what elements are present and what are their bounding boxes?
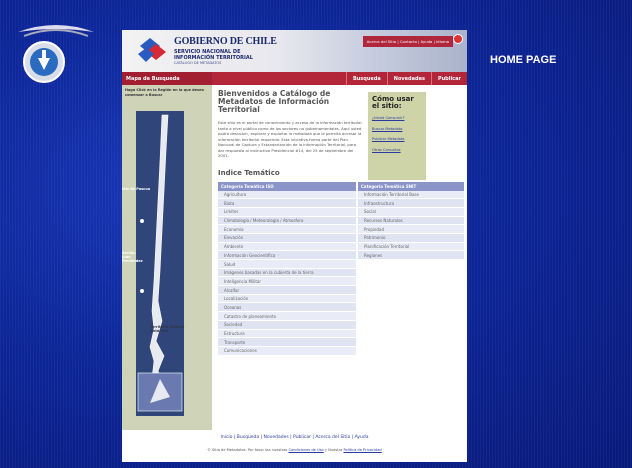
site-footer: Inicio | Busqueda | Novedades | Publicar… xyxy=(122,430,467,462)
intro-text: Este sitio es el portal de conocimiento … xyxy=(218,120,362,158)
how-to-box: Cómo usar el sitio: ¿Usted Consumir? Bus… xyxy=(368,92,426,180)
thematic-index: Categoría Temática ISO Agricultura Biota L… xyxy=(218,181,467,356)
iso-category-item[interactable]: Elevación xyxy=(218,233,356,243)
snit-category-item[interactable]: Recursos Naturales xyxy=(358,216,464,226)
antartica-label[interactable]: Territorio Chileno Antártico xyxy=(150,325,196,333)
main-nav: Mapa de Busqueda Busqueda Novedades Publ… xyxy=(122,72,467,85)
iso-category-item[interactable]: Localización xyxy=(218,294,356,304)
snit-category-item[interactable]: Infraestructura xyxy=(358,199,464,208)
howto-link-consumir[interactable]: ¿Usted Consumir? xyxy=(372,116,422,121)
site-tagline: CATÁLOGO DE METADATOS xyxy=(174,61,222,65)
snit-header: Categoría Temática SNIT xyxy=(358,181,464,191)
iso-category-item[interactable]: Comunicaciones xyxy=(218,346,356,356)
iso-category-item[interactable]: Ambiente xyxy=(218,242,356,252)
iso-category-item[interactable]: Estructura xyxy=(218,329,356,339)
footer-copyright: © Sitio de Metadatos. Por favor lea nues… xyxy=(122,448,467,452)
institution-emblem-icon xyxy=(18,25,94,83)
language-globe-icon[interactable] xyxy=(453,34,463,44)
snit-category-item[interactable]: Propiedad xyxy=(358,225,464,234)
nav-mapa-busqueda[interactable]: Mapa de Busqueda xyxy=(122,72,212,85)
snit-category-item[interactable]: Social xyxy=(358,207,464,217)
welcome-heading: Bienvenidos a Catálogo de Metadatos de I… xyxy=(218,89,331,114)
website-screenshot: GOBIERNO DE CHILE SERVICIO NACIONAL DE I… xyxy=(122,30,467,462)
copyright-text: © Sitio de Metadatos. Por favor lea nues… xyxy=(207,448,288,452)
privacy-link[interactable]: Política de Privacidad xyxy=(343,448,381,452)
footer-links[interactable]: Inicio | Busqueda | Novedades | Publicar… xyxy=(122,435,467,440)
government-logo-icon xyxy=(138,38,166,62)
isla-de-pascua-label[interactable]: Isla de Pascua xyxy=(122,187,150,191)
juan-fernandez-label[interactable]: Archip. Juan Fernández xyxy=(122,251,144,263)
iso-category-item[interactable]: Imágenes basadas en la cubierta de la ti… xyxy=(218,268,356,278)
site-subtitle: SERVICIO NACIONAL DE INFORMACIÓN TERRITO… xyxy=(174,49,253,61)
iso-column: Categoría Temática ISO Agricultura Biota L… xyxy=(218,181,356,356)
snit-category-item[interactable]: Patrimonio xyxy=(358,233,464,243)
chile-outline-icon xyxy=(137,114,183,412)
iso-category-item[interactable]: Alcalfar xyxy=(218,286,356,295)
map-hint: Haga Click en la Región en la que desea … xyxy=(125,88,204,97)
howto-link-consultas[interactable]: Otras Consultas xyxy=(372,148,422,153)
how-to-title: Cómo usar el sitio: xyxy=(372,95,414,110)
search-map-panel: Haga Click en la Región en la que desea … xyxy=(122,85,212,430)
iso-category-item[interactable]: Sociedad xyxy=(218,320,356,330)
chile-map[interactable] xyxy=(136,111,184,416)
iso-category-item[interactable]: Biota xyxy=(218,199,356,208)
iso-header: Categoría Temática ISO xyxy=(218,181,356,191)
index-title: Indice Temático xyxy=(218,168,280,177)
and-text: y Nuestra xyxy=(324,448,343,452)
iso-category-item[interactable]: Transporte xyxy=(218,338,356,347)
nav-item-novedades[interactable]: Novedades xyxy=(386,72,431,85)
howto-link-buscar[interactable]: Buscar Metadata xyxy=(372,127,422,132)
iso-category-item[interactable]: Climatología / Meteorología / Atmosfera xyxy=(218,216,356,226)
snit-category-item[interactable]: Regiones xyxy=(358,251,464,260)
nav-item-publicar[interactable]: Publicar xyxy=(430,72,467,85)
iso-category-item[interactable]: Información Geocientífica xyxy=(218,251,356,260)
main-content: Bienvenidos a Catálogo de Metadatos de I… xyxy=(218,90,467,356)
site-title: GOBIERNO DE CHILE xyxy=(174,36,277,47)
howto-link-publicar[interactable]: Publicar Metadata xyxy=(372,137,422,142)
iso-category-item[interactable]: Oceanos xyxy=(218,303,356,313)
iso-category-item[interactable]: Catastro de planeamiento xyxy=(218,312,356,321)
home-page-label: HOME PAGE xyxy=(490,54,557,66)
nav-item-busqueda[interactable]: Busqueda xyxy=(345,72,387,85)
iso-category-item[interactable]: Agricultura xyxy=(218,190,356,200)
iso-category-item[interactable]: Economía xyxy=(218,225,356,234)
terms-link[interactable]: Condiciones de Uso xyxy=(288,448,323,452)
site-header: GOBIERNO DE CHILE SERVICIO NACIONAL DE I… xyxy=(122,30,467,72)
snit-category-item[interactable]: Información Territorial Base xyxy=(358,190,464,200)
iso-category-item[interactable]: Inteligencia Militar xyxy=(218,277,356,287)
snit-category-item[interactable]: Planificación Territorial xyxy=(358,242,464,252)
top-links[interactable]: Acerca del Sitio | Contacto | Ayuda | Id… xyxy=(362,36,453,47)
iso-category-item[interactable]: Salud xyxy=(218,260,356,269)
iso-category-item[interactable]: Límites xyxy=(218,207,356,217)
snit-column: Categoría Temática SNIT Información Terr… xyxy=(358,181,464,356)
